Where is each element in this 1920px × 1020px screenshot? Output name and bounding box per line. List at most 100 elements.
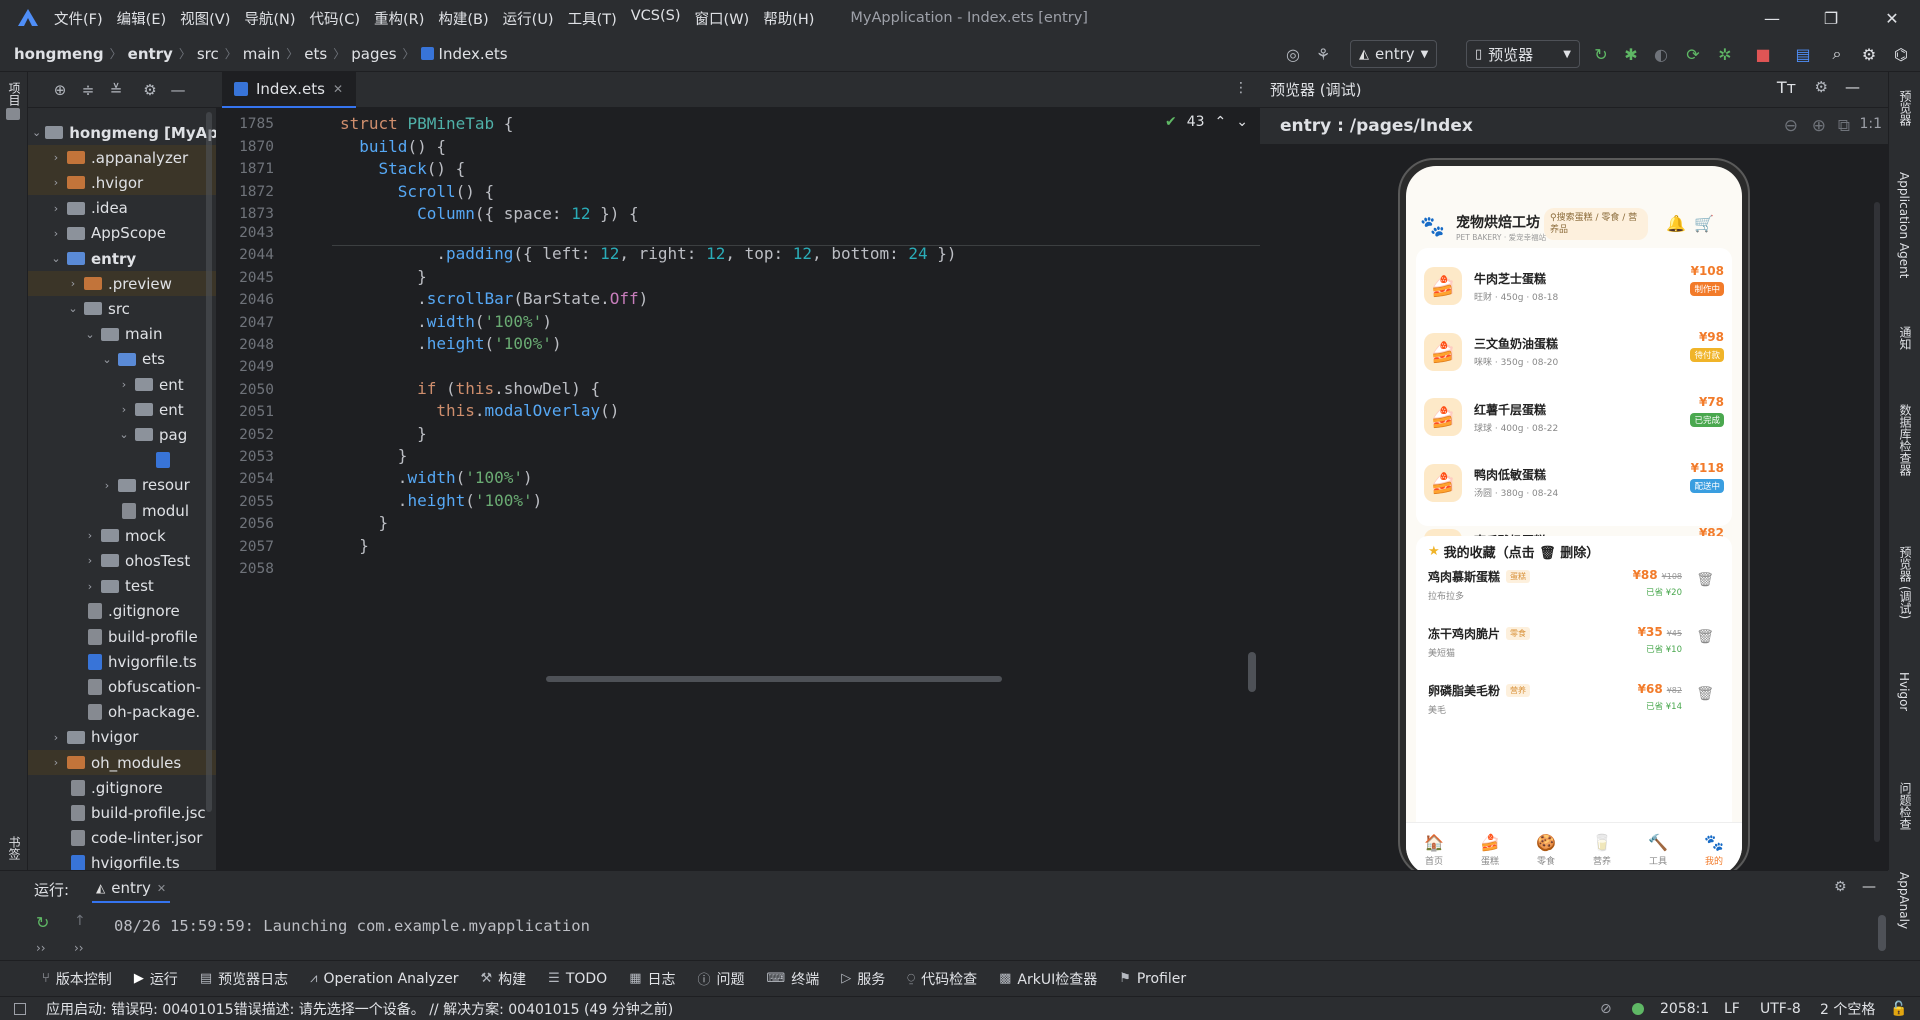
right-tool-0[interactable]: 预览器 xyxy=(1897,90,1914,130)
menu-item-11[interactable]: 帮助(H) xyxy=(763,8,814,29)
trash-icon[interactable]: 🗑 xyxy=(1696,629,1714,645)
menu-item-3[interactable]: 导航(N) xyxy=(244,8,295,29)
favorite-item[interactable]: 冻干鸡肉脆片 零食 美短猫 ¥35 ¥45 已省 ¥10 🗑 xyxy=(1428,625,1720,673)
breadcrumb-item[interactable]: ets xyxy=(304,45,327,63)
rerun-icon[interactable]: ↻ xyxy=(1590,40,1612,68)
apply-changes-icon[interactable]: ⟳ xyxy=(1682,40,1704,68)
chevron-down-icon[interactable]: ⌄ xyxy=(1236,114,1248,130)
breadcrumb-item[interactable]: pages xyxy=(351,45,396,63)
close-tab-icon[interactable]: ✕ xyxy=(333,82,343,96)
tree-row[interactable]: .gitignore xyxy=(28,775,216,800)
trash-icon[interactable]: 🗑 xyxy=(1696,686,1714,702)
expand-all-icon[interactable]: ≑ xyxy=(74,81,102,99)
chevron-down-icon[interactable]: ⌄ xyxy=(32,126,41,139)
tree-row[interactable]: modul xyxy=(28,498,216,523)
maximize-icon[interactable]: ❐ xyxy=(1803,0,1859,36)
bell-icon[interactable]: 🔔 xyxy=(1666,214,1686,233)
toolwindow-6[interactable]: ▦ 日志 xyxy=(629,969,675,989)
scroll-up-icon[interactable]: ↑ xyxy=(74,913,86,929)
file-encoding[interactable]: UTF-8 xyxy=(1760,1001,1801,1017)
fit-screen-icon[interactable]: ⧉ xyxy=(1838,116,1850,136)
debug-icon[interactable]: ✱ xyxy=(1620,40,1642,68)
tree-row[interactable]: ⌄ entry xyxy=(28,246,216,271)
menu-item-9[interactable]: VCS(S) xyxy=(631,8,681,29)
code-editor[interactable]: 2043 2044 2045 2046 2047 2048 2049 2050 2051 2052… xyxy=(216,72,1260,870)
tree-row[interactable]: › ent xyxy=(28,397,216,422)
right-tool-4[interactable]: 预览器 (调试) xyxy=(1897,546,1914,623)
toolwindow-1[interactable]: ▶ 运行 xyxy=(134,969,178,989)
tree-row[interactable]: › resour xyxy=(28,473,216,498)
toolwindow-11[interactable]: ▩ ArkUI检查器 xyxy=(999,969,1097,989)
order-item[interactable]: 🍰 鸭肉低敏蛋糕 汤圆 · 380g · 08-24 ¥118 配送中 xyxy=(1424,455,1724,511)
bookmarks-tool-button[interactable]: 书签 xyxy=(6,836,23,864)
chevron-down-icon[interactable]: ⌄ xyxy=(83,328,97,341)
rerun-icon[interactable]: ↻ xyxy=(36,913,49,932)
chevron-right-icon[interactable]: › xyxy=(83,580,97,593)
search-input[interactable]: ⚲搜索蛋糕 / 零食 / 营养品 xyxy=(1544,208,1648,240)
caret-position[interactable]: 2058:1 xyxy=(1660,1001,1709,1017)
breadcrumb-item[interactable]: Index.ets xyxy=(439,45,508,63)
nav-item-4[interactable]: 🔨 工具 xyxy=(1630,823,1686,876)
minimize-icon[interactable]: — xyxy=(1744,0,1800,36)
chevron-right-icon[interactable]: › xyxy=(66,277,80,290)
tree-row[interactable]: › ent xyxy=(28,372,216,397)
toolwindow-9[interactable]: ▷ 服务 xyxy=(841,969,885,989)
breadcrumb-item[interactable]: hongmeng xyxy=(14,45,104,63)
plugin-icon[interactable]: ⌬ xyxy=(1890,40,1912,68)
favorite-item[interactable]: 卵磷脂美毛粉 营养 美毛 ¥68 ¥82 已省 ¥14 🗑 xyxy=(1428,682,1720,730)
tree-row[interactable]: › .idea xyxy=(28,196,216,221)
stop-icon[interactable]: ■ xyxy=(1752,40,1774,68)
chevron-up-icon[interactable]: ⌃ xyxy=(1215,114,1227,130)
chevron-right-icon[interactable]: › xyxy=(83,529,97,542)
close-window-icon[interactable]: ✕ xyxy=(1864,0,1920,36)
project-tool-button[interactable]: 项目 xyxy=(6,82,23,110)
chevron-down-icon[interactable]: ⌄ xyxy=(117,428,131,441)
chevron-right-icon[interactable]: › xyxy=(117,403,131,416)
previewer-scrollbar[interactable] xyxy=(1874,202,1880,842)
menu-item-2[interactable]: 视图(V) xyxy=(180,8,230,29)
right-tool-5[interactable]: Hvigor xyxy=(1897,672,1911,715)
menu-item-6[interactable]: 构建(B) xyxy=(438,8,488,29)
chevron-right-icon[interactable]: › xyxy=(49,151,63,164)
cart-icon[interactable]: 🛒 xyxy=(1694,214,1714,233)
breadcrumb-item[interactable]: main xyxy=(243,45,280,63)
indent-setting[interactable]: 2 个空格 xyxy=(1820,999,1875,1019)
run-scrollbar[interactable] xyxy=(1878,915,1886,951)
chevron-right-icon[interactable]: › xyxy=(83,554,97,567)
gear-icon[interactable]: ⚙ xyxy=(1815,78,1828,96)
toolwindow-12[interactable]: ⚑ Profiler xyxy=(1119,971,1186,987)
tree-row[interactable]: ⌄ main xyxy=(28,322,216,347)
tree-row[interactable]: build-profile xyxy=(28,624,216,649)
chevron-right-icon[interactable]: › xyxy=(49,731,63,744)
tree-row[interactable]: › hvigor xyxy=(28,725,216,750)
tree-row[interactable]: › AppScope xyxy=(28,221,216,246)
tree-row[interactable]: ⌄ pag xyxy=(28,422,216,447)
tree-row[interactable]: › oh_modules xyxy=(28,750,216,775)
tree-row[interactable]: › mock xyxy=(28,523,216,548)
profile-icon[interactable]: ✲ xyxy=(1714,40,1736,68)
target-icon[interactable]: ◎ xyxy=(1280,40,1306,68)
chevron-down-icon[interactable]: ⌄ xyxy=(49,252,63,265)
tree-row[interactable]: .gitignore xyxy=(28,599,216,624)
tree-row[interactable]: › ohosTest xyxy=(28,548,216,573)
order-item[interactable]: 🍰 牛肉芝士蛋糕 旺财 · 450g · 08-18 ¥108 制作中 xyxy=(1424,258,1724,314)
lock-icon[interactable]: 🔓 xyxy=(1890,1001,1907,1017)
tree-row[interactable]: › test xyxy=(28,574,216,599)
nav-item-3[interactable]: 🥛 营养 xyxy=(1574,823,1630,876)
more-options-icon[interactable]: ⋮ xyxy=(1234,80,1248,96)
settings-icon[interactable]: ⚙ xyxy=(1858,40,1880,68)
toolwindow-10[interactable]: ⍜ 代码检查 xyxy=(907,969,977,989)
right-tool-2[interactable]: 通知 xyxy=(1897,326,1914,354)
tree-row[interactable]: › .preview xyxy=(28,271,216,297)
bug-agent-icon[interactable]: ⚘ xyxy=(1310,40,1336,68)
toolwindow-8[interactable]: ⌨ 终端 xyxy=(767,969,820,989)
hide-panel-icon[interactable]: — xyxy=(1845,78,1860,96)
tree-row[interactable]: hvigorfile.ts xyxy=(28,851,216,870)
chevron-right-icon[interactable]: › xyxy=(49,227,63,240)
chevron-right-icon[interactable]: › xyxy=(49,756,63,769)
right-tool-3[interactable]: 数据库检查器 xyxy=(1897,404,1914,480)
menu-item-4[interactable]: 代码(C) xyxy=(310,8,360,29)
nav-item-1[interactable]: 🍰 蛋糕 xyxy=(1462,823,1518,876)
breadcrumb-item[interactable]: entry xyxy=(128,45,173,63)
chevron-right-icon[interactable]: › xyxy=(49,176,63,189)
